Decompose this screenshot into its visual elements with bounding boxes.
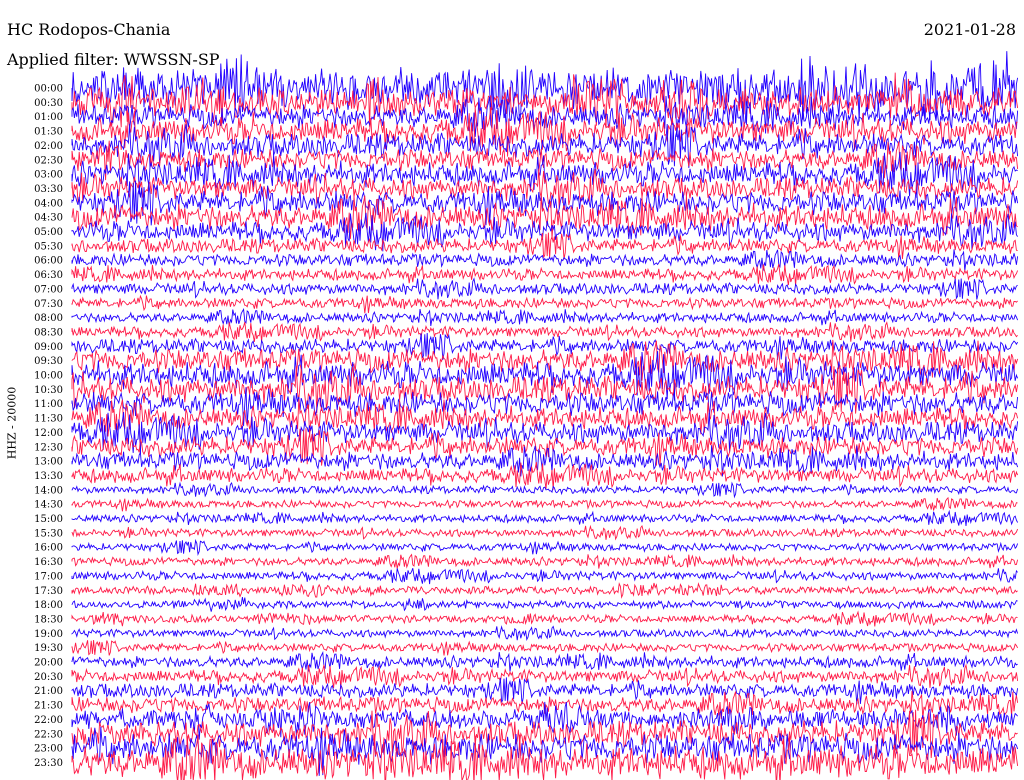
time-tick-label: 00:30	[34, 98, 63, 109]
time-tick-label: 01:00	[34, 112, 63, 123]
time-tick-label: 07:30	[34, 299, 63, 310]
time-tick-label: 16:30	[34, 557, 63, 568]
time-tick-label: 22:30	[34, 729, 63, 740]
seismogram-trace-line	[71, 625, 1019, 642]
seismogram-trace-line	[71, 294, 1018, 314]
time-tick-label: 09:30	[34, 356, 63, 367]
seismogram-trace-line	[71, 597, 1018, 612]
time-tick-label: 01:30	[34, 127, 63, 138]
seismogram-trace-line	[71, 180, 1019, 226]
time-tick-label: 23:30	[34, 758, 63, 769]
time-tick-label: 04:30	[34, 213, 63, 224]
helicorder-plot: 00:00 00:30 01:00 01:30 02:00 02:30 03:00 03:30…	[34, 51, 1019, 780]
seismogram-trace-line	[71, 509, 1019, 526]
seismogram-traces	[71, 51, 1019, 780]
time-tick-label: 13:00	[34, 457, 63, 468]
seismogram-trace-line	[71, 553, 1019, 569]
filter-label: Applied filter: WWSSN-SP	[7, 50, 220, 69]
time-tick-label: 21:30	[34, 701, 63, 712]
time-tick-label: 11:30	[34, 414, 63, 425]
time-tick-label: 05:00	[34, 227, 63, 238]
time-tick-label: 10:00	[34, 371, 63, 382]
seismogram-trace-line	[71, 277, 1018, 300]
seismogram-trace-line	[71, 640, 1019, 656]
time-tick-label: 16:00	[34, 543, 63, 554]
seismogram-trace-line	[71, 538, 1019, 556]
time-tick-label: 03:00	[34, 170, 63, 181]
time-tick-label: 20:30	[34, 672, 63, 683]
seismogram-trace-line	[71, 332, 1018, 360]
seismogram-trace-line	[71, 481, 1019, 499]
time-tick-label: 05:30	[34, 241, 63, 252]
time-tick-label: 06:30	[34, 270, 63, 281]
time-tick-label: 18:00	[34, 600, 63, 611]
channel-label: HHZ - 20000	[5, 386, 19, 460]
time-tick-label: 08:00	[34, 313, 63, 324]
time-tick-label: 15:30	[34, 528, 63, 539]
seismogram-trace-line	[71, 610, 1018, 627]
time-tick-label: 03:30	[34, 184, 63, 195]
time-tick-label: 19:30	[34, 643, 63, 654]
time-tick-label: 20:00	[34, 658, 63, 669]
seismogram-trace-line	[71, 651, 1018, 672]
time-tick-label: 23:00	[34, 744, 63, 755]
seismogram-trace-line	[71, 524, 1019, 541]
seismogram-trace-line	[71, 582, 1018, 599]
time-tick-label: 10:30	[34, 385, 63, 396]
time-tick-label: 11:00	[34, 399, 63, 410]
time-tick-label: 22:00	[34, 715, 63, 726]
time-tick-label: 18:30	[34, 614, 63, 625]
seismogram-trace-line	[71, 308, 1019, 327]
seismogram-trace-line	[71, 677, 1019, 705]
time-tick-label: 06:00	[34, 256, 63, 267]
seismogram-trace-line	[71, 568, 1018, 585]
time-tick-label: 14:00	[34, 485, 63, 496]
time-tick-label: 07:00	[34, 284, 63, 295]
time-tick-label: 21:00	[34, 686, 63, 697]
time-tick-label: 09:00	[34, 342, 63, 353]
time-tick-label: 17:00	[34, 571, 63, 582]
seismogram-trace-line	[71, 263, 1019, 286]
time-tick-label: 13:30	[34, 471, 63, 482]
time-tick-label: 17:30	[34, 586, 63, 597]
seismogram-trace-line	[71, 496, 1018, 512]
time-tick-label: 12:00	[34, 428, 63, 439]
time-tick-label: 02:30	[34, 155, 63, 166]
seismogram-trace-line	[71, 212, 1018, 252]
time-tick-label: 14:30	[34, 500, 63, 511]
time-tick-label: 08:30	[34, 327, 63, 338]
time-tick-label: 15:00	[34, 514, 63, 525]
time-tick-label: 02:00	[34, 141, 63, 152]
time-tick-label: 19:00	[34, 629, 63, 640]
time-tick-label: 00:00	[34, 84, 63, 95]
time-tick-label: 12:30	[34, 442, 63, 453]
time-tick-labels: 00:00 00:30 01:00 01:30 02:00 02:30 03:00 03:30…	[34, 84, 63, 769]
station-title: HC Rodopos-Chania	[7, 20, 171, 39]
seismogram-trace-line	[71, 321, 1018, 343]
date-label: 2021-01-28	[923, 20, 1016, 39]
time-tick-label: 04:00	[34, 198, 63, 209]
